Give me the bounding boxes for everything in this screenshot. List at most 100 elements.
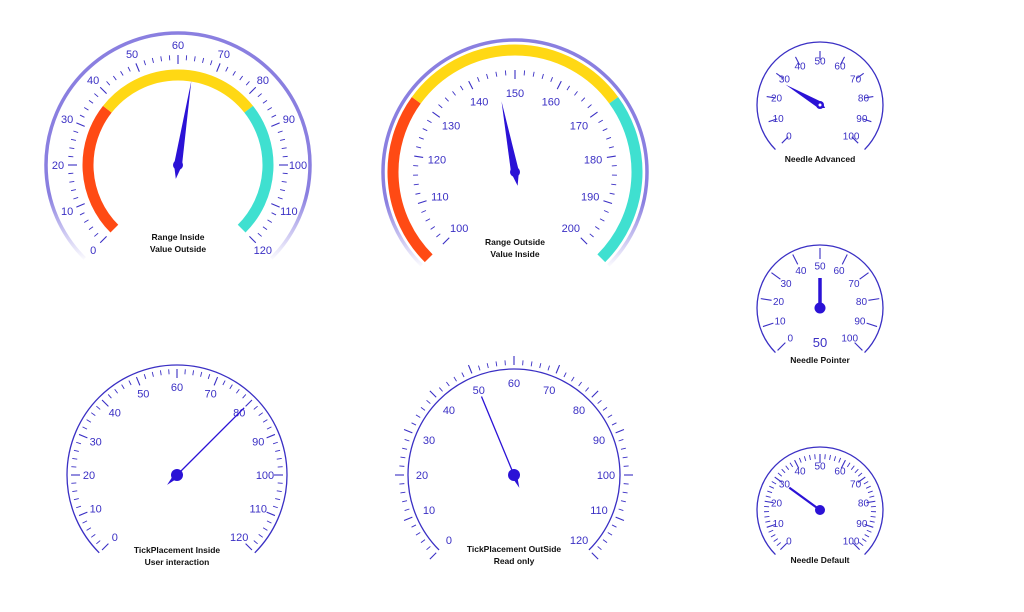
gauge-major-tick [271, 203, 280, 208]
gauge-minor-tick [415, 414, 421, 418]
gauge-major-tick [760, 298, 772, 301]
gauge-tick-label: 100 [841, 333, 858, 344]
gauge-minor-tick [426, 546, 431, 551]
gauge-minor-tick [402, 500, 408, 503]
gauge-major-tick [213, 376, 219, 386]
gauge-minor-tick [232, 70, 236, 76]
gauge-minor-tick [413, 183, 419, 186]
gauge-value-text: 50 [813, 335, 827, 350]
gauge-tick-label: 160 [542, 97, 560, 109]
gauge-minor-tick [257, 93, 262, 98]
gauge-tick-label: 50 [473, 385, 485, 397]
gauge-minor-tick [850, 465, 855, 470]
gauge-minor-tick [602, 128, 608, 132]
gauge-major-tick [76, 203, 85, 208]
gauge-minor-tick [777, 472, 783, 477]
gauge-tick-label: 90 [252, 436, 264, 448]
gauge-major-tick [245, 543, 253, 551]
gauge-minor-tick [846, 462, 851, 468]
gauge-major-tick [417, 200, 427, 205]
gauge-tick-label: 20 [416, 470, 428, 482]
gauge-minor-tick [400, 491, 406, 494]
gauge-needle-advanced: 010 20 3040 50 60 70 80 90 100 Needle Advanced [756, 41, 884, 164]
gauge-major-tick [432, 111, 441, 118]
gauge-minor-tick [404, 439, 410, 442]
gauge-minor-tick [96, 540, 101, 545]
gauge-major-tick [467, 364, 473, 374]
gauge-caption-secondary: User interaction [145, 557, 210, 567]
gauge-tick-label: 40 [794, 466, 806, 477]
gauge-tickplacement-inside[interactable]: 0102030405060708090100110120TickPlacemen… [40, 345, 320, 585]
gauge-minor-tick [120, 70, 124, 76]
gauge-minor-tick [420, 407, 426, 411]
gauge-minor-tick [415, 532, 421, 536]
gauge-minor-tick [453, 376, 457, 382]
gauge-major-tick [603, 200, 613, 205]
gauge-minor-tick [530, 361, 533, 367]
gauge-minor-tick [277, 197, 283, 200]
gauge-tick-label: 110 [250, 504, 268, 516]
gauge-minor-tick [430, 226, 436, 230]
gauge-minor-tick [532, 71, 535, 77]
gauge-major-tick [615, 516, 625, 522]
gauge-minor-tick [94, 232, 99, 237]
gauge-tick-label: 100 [843, 537, 860, 548]
gauge-range-inside: 0 10 20 30 40 50 60 70 80 90 100 110 120 Range Inside… [44, 31, 312, 260]
gauge-minor-tick [262, 419, 268, 423]
gauge-minor-tick [236, 388, 240, 394]
gauge-minor-tick [618, 508, 624, 511]
gauge-tick-label: 100 [256, 470, 274, 482]
gauge-minor-tick [281, 180, 287, 183]
gauge-tick-label: 120 [428, 155, 446, 167]
gauge-tick-label: 40 [443, 405, 455, 417]
gauge-major-tick [414, 155, 424, 158]
gauge-needle [814, 278, 826, 314]
gauge-tick-label: 100 [289, 160, 307, 172]
gauge-minor-tick [870, 515, 876, 518]
gauge-major-tick [429, 390, 437, 398]
gauge-tick-label: 90 [283, 114, 295, 126]
gauge-minor-tick [859, 542, 864, 547]
gauge-minor-tick [486, 363, 489, 369]
gauge-tick-label: 90 [856, 519, 868, 530]
gauge-minor-tick [444, 97, 449, 102]
gauge-major-tick [99, 86, 107, 94]
gauge-tick-label: 0 [786, 132, 792, 143]
gauge-minor-tick [72, 457, 78, 460]
gauge-minor-tick [202, 57, 205, 64]
gauge-tick-label: 50 [814, 262, 826, 273]
gauge-tick-label: 150 [506, 88, 524, 100]
gauge-minor-tick [857, 472, 863, 477]
gauge-minor-tick [400, 456, 406, 459]
gauge-minor-tick [768, 529, 774, 533]
gauge-range-band [103, 69, 253, 113]
gauge-minor-tick [82, 426, 88, 430]
gauge-minor-tick [776, 542, 781, 547]
gauge-tick-label: 70 [543, 385, 555, 397]
gauge-minor-tick [275, 498, 281, 501]
gauge-tick-label: 50 [137, 389, 149, 401]
gauge-minor-tick [159, 370, 162, 376]
gauge-minor-tick [607, 414, 613, 418]
gauge-minor-tick [585, 387, 590, 392]
gauge-minor-tick [70, 138, 77, 141]
gauge-minor-tick [279, 138, 286, 141]
gauge-minor-tick [765, 520, 771, 523]
gauge-minor-tick [571, 376, 575, 382]
gauge-minor-tick [272, 505, 278, 509]
gauge-tick-label: 90 [856, 114, 868, 125]
gauge-minor-tick [798, 457, 802, 463]
gauge-major-tick [771, 272, 781, 280]
gauge-minor-tick [606, 137, 612, 140]
gauge-minor-tick [426, 119, 432, 124]
gauge-major-tick [403, 428, 413, 434]
needle-handle[interactable] [167, 407, 245, 485]
gauge-tick-label: 30 [779, 75, 791, 86]
gauge-minor-tick [106, 81, 111, 86]
gauge-minor-tick [262, 99, 268, 104]
gauge-tick-label: 120 [570, 535, 588, 547]
gauge-major-tick [101, 543, 109, 551]
gauge-caption: Needle Pointer [790, 355, 850, 365]
gauge-needle [501, 101, 520, 186]
gauge-range-outside: 100 110 120 130 140 150 160 170 180 190 200 Range O… [381, 38, 649, 267]
